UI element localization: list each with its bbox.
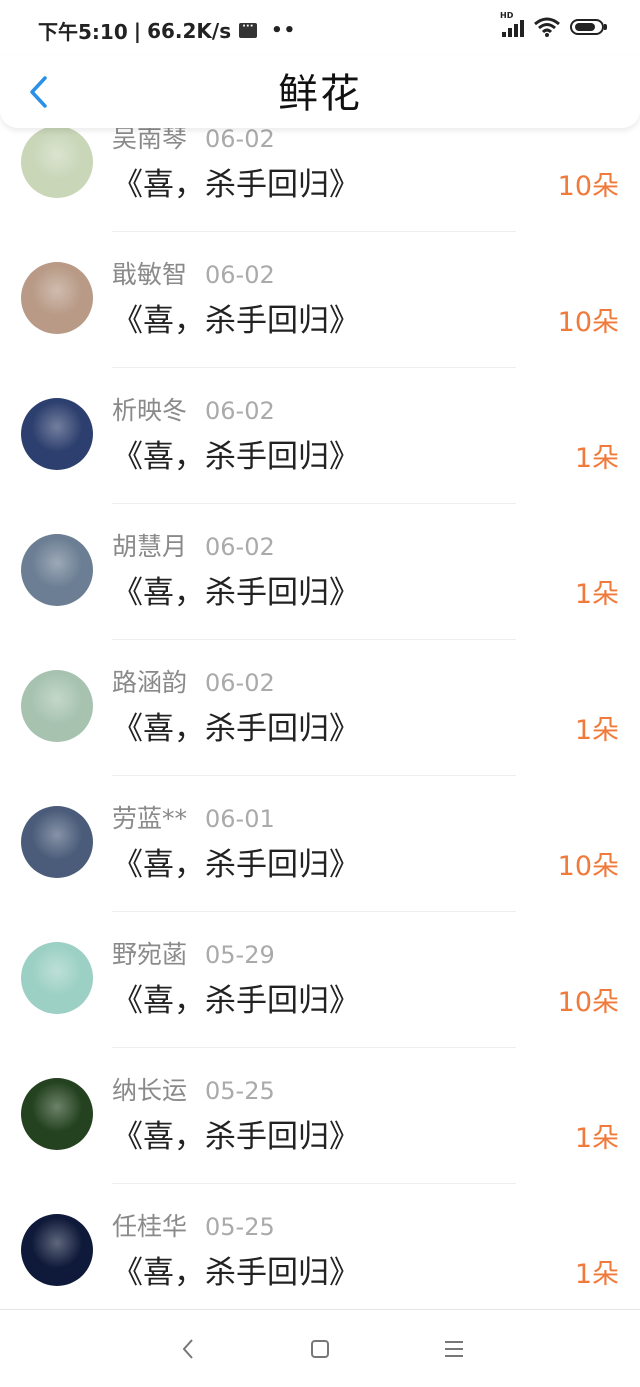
user-name: 野宛菡 [112, 940, 188, 969]
user-line: 戢敏智 06-02 [112, 260, 275, 290]
book-title: 《喜，杀手回归》 [112, 167, 360, 203]
status-left: 下午5:10 | 66.2K/s •• [38, 16, 296, 45]
nav-menu-button[interactable] [434, 1334, 474, 1364]
flower-list: 吴南琴 06-02 《喜，杀手回归》 10朵 戢敏智 06-02 《喜，杀手回归》 10朵 析映… [0, 96, 640, 1320]
book-title: 《喜，杀手回归》 [112, 1119, 360, 1155]
avatar[interactable] [21, 942, 93, 1014]
gift-date: 06-02 [205, 669, 275, 697]
more-dots-icon: •• [271, 20, 297, 41]
nav-back-icon [182, 1339, 193, 1359]
flower-count: 10朵 [557, 987, 619, 1018]
avatar[interactable] [21, 1078, 93, 1150]
book-title: 《喜，杀手回归》 [112, 983, 360, 1019]
message-icon [239, 21, 258, 38]
status-speed: 66.2K/s [147, 18, 232, 43]
book-title: 《喜，杀手回归》 [112, 575, 360, 611]
flower-count: 1朵 [574, 715, 619, 746]
list-item[interactable]: 胡慧月 06-02 《喜，杀手回归》 1朵 [0, 504, 640, 640]
gift-date: 06-01 [205, 805, 275, 833]
wifi-icon [534, 17, 560, 37]
system-navigation-bar [0, 1309, 640, 1387]
flower-count: 10朵 [557, 851, 619, 882]
avatar[interactable] [21, 1214, 93, 1286]
gift-date: 06-02 [205, 533, 275, 561]
list-item[interactable]: 戢敏智 06-02 《喜，杀手回归》 10朵 [0, 232, 640, 368]
status-right: HD [500, 11, 607, 37]
avatar[interactable] [21, 398, 93, 470]
status-separator: | [133, 18, 142, 43]
user-line: 野宛菡 05-29 [112, 940, 275, 970]
book-title: 《喜，杀手回归》 [112, 439, 360, 475]
avatar[interactable] [21, 126, 93, 198]
user-name: 戢敏智 [112, 260, 188, 289]
page-title: 鲜花 [278, 71, 362, 117]
user-line: 劳蓝** 06-01 [112, 804, 275, 834]
gift-date: 06-02 [205, 261, 275, 289]
user-line: 纳长运 05-25 [112, 1076, 275, 1106]
list-item[interactable]: 劳蓝** 06-01 《喜，杀手回归》 10朵 [0, 776, 640, 912]
battery-icon [570, 19, 607, 35]
flower-count: 1朵 [574, 1259, 619, 1290]
status-bar: 下午5:10 | 66.2K/s •• HD [0, 0, 640, 56]
user-line: 路涵韵 06-02 [112, 668, 275, 698]
list-item[interactable]: 路涵韵 06-02 《喜，杀手回归》 1朵 [0, 640, 640, 776]
avatar[interactable] [21, 534, 93, 606]
list-item[interactable]: 纳长运 05-25 《喜，杀手回归》 1朵 [0, 1048, 640, 1184]
user-line: 胡慧月 06-02 [112, 532, 275, 562]
book-title: 《喜，杀手回归》 [112, 303, 360, 339]
avatar[interactable] [21, 806, 93, 878]
list-item[interactable]: 野宛菡 05-29 《喜，杀手回归》 10朵 [0, 912, 640, 1048]
gift-date: 05-25 [205, 1077, 275, 1105]
user-name: 路涵韵 [112, 668, 188, 697]
list-item[interactable]: 析映冬 06-02 《喜，杀手回归》 1朵 [0, 368, 640, 504]
user-line: 吴南琴 06-02 [112, 124, 275, 154]
avatar[interactable] [21, 670, 93, 742]
book-title: 《喜，杀手回归》 [112, 1255, 360, 1291]
gift-date: 06-02 [205, 125, 275, 153]
avatar[interactable] [21, 262, 93, 334]
nav-home-button[interactable] [300, 1334, 340, 1364]
status-time: 下午5:10 [38, 20, 128, 44]
user-line: 析映冬 06-02 [112, 396, 275, 426]
user-name: 任桂华 [112, 1212, 188, 1241]
user-name: 析映冬 [112, 396, 188, 425]
nav-back-button[interactable] [168, 1334, 208, 1364]
user-name: 吴南琴 [112, 124, 188, 153]
header-bar: 鲜花 [0, 56, 640, 128]
book-title: 《喜，杀手回归》 [112, 711, 360, 747]
nav-menu-icon [445, 1341, 463, 1357]
user-line: 任桂华 05-25 [112, 1212, 275, 1242]
user-name: 劳蓝** [112, 804, 188, 833]
flower-count: 10朵 [557, 307, 619, 338]
user-name: 纳长运 [112, 1076, 188, 1105]
flower-count: 1朵 [574, 579, 619, 610]
list-item[interactable]: 任桂华 05-25 《喜，杀手回归》 1朵 [0, 1184, 640, 1320]
nav-home-icon [311, 1340, 329, 1358]
book-title: 《喜，杀手回归》 [112, 847, 360, 883]
user-name: 胡慧月 [112, 532, 188, 561]
flower-count: 10朵 [557, 171, 619, 202]
gift-date: 06-02 [205, 397, 275, 425]
flower-count: 1朵 [574, 1123, 619, 1154]
hd-label: HD [500, 11, 514, 20]
gift-date: 05-29 [205, 941, 275, 969]
flower-count: 1朵 [574, 443, 619, 474]
gift-date: 05-25 [205, 1213, 275, 1241]
signal-icon: HD [500, 11, 524, 37]
